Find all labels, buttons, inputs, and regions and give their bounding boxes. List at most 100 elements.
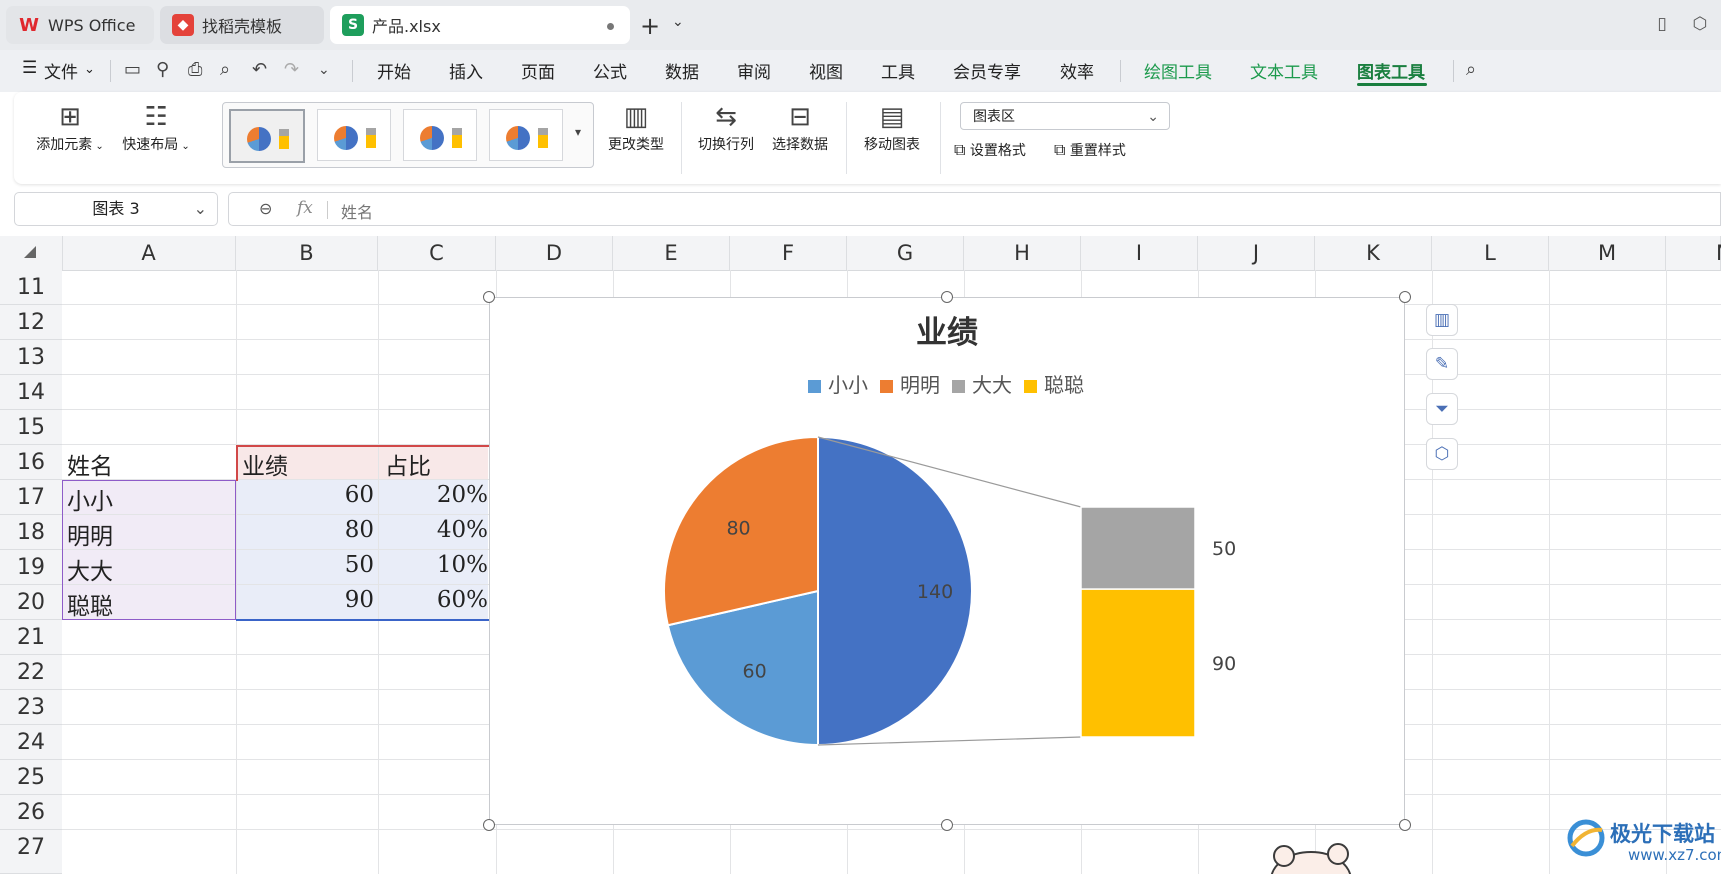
row-header-14[interactable]: 14	[0, 375, 62, 410]
menu-text-tools[interactable]: 文本工具	[1250, 58, 1318, 83]
redo-icon[interactable]: ↷	[284, 59, 299, 80]
row-header-23[interactable]: 23	[0, 690, 62, 725]
chevron-down-icon[interactable]: ⌄	[672, 14, 684, 30]
row-header-26[interactable]: 26	[0, 795, 62, 830]
cell-c18[interactable]: 40%	[382, 517, 488, 543]
quick-layout-button[interactable]: ☷ 快速布局 ⌄	[118, 100, 194, 154]
tab-daoke-template[interactable]: ◆ 找稻壳模板	[160, 6, 324, 44]
chart-title[interactable]: 业绩	[916, 315, 978, 351]
row-header-15[interactable]: 15	[0, 410, 62, 445]
menu-member[interactable]: 会员专享	[953, 58, 1021, 83]
row-header-22[interactable]: 22	[0, 655, 62, 690]
resize-handle-tr[interactable]	[1399, 291, 1411, 303]
resize-handle-tl[interactable]	[483, 291, 495, 303]
cell-b19[interactable]: 50	[240, 552, 374, 578]
print-preview-icon[interactable]: ⌕	[220, 59, 230, 80]
legend-label[interactable]: 明明	[900, 373, 940, 397]
cell-a18[interactable]: 明明	[67, 517, 113, 551]
cell-a17[interactable]: 小小	[67, 482, 113, 516]
cell-c19[interactable]: 10%	[382, 552, 488, 578]
chart-style-4[interactable]	[489, 109, 563, 161]
column-header-m[interactable]: M	[1549, 236, 1666, 270]
row-header-13[interactable]: 13	[0, 340, 62, 375]
menu-page[interactable]: 页面	[521, 58, 555, 83]
name-box[interactable]: 图表 3 ⌄	[14, 192, 218, 226]
new-tab-plus-icon[interactable]: +	[640, 12, 660, 40]
menu-drawing-tools[interactable]: 绘图工具	[1144, 58, 1212, 83]
legend-label[interactable]: 小小	[828, 373, 868, 397]
column-header-n[interactable]: N	[1666, 236, 1721, 270]
chart-style-3[interactable]	[403, 109, 477, 161]
tab-wps-office[interactable]: W WPS Office	[6, 6, 154, 44]
column-header-f[interactable]: F	[730, 236, 847, 270]
row-header-24[interactable]: 24	[0, 725, 62, 760]
menu-home[interactable]: 开始	[377, 58, 411, 83]
select-all-corner[interactable]	[0, 236, 63, 270]
format-painter-icon[interactable]: ⚲	[156, 59, 169, 80]
set-format-button[interactable]: ⧉ 设置格式	[954, 140, 1026, 160]
menu-insert[interactable]: 插入	[449, 58, 483, 83]
legend-label[interactable]: 大大	[972, 373, 1012, 397]
menu-formula[interactable]: 公式	[593, 58, 627, 83]
column-header-d[interactable]: D	[496, 236, 613, 270]
resize-handle-bm[interactable]	[941, 819, 953, 831]
chart-settings-icon[interactable]: ⬡	[1426, 438, 1458, 470]
column-header-h[interactable]: H	[964, 236, 1081, 270]
chart-legend[interactable]: 小小 明明 大大 聪聪	[808, 373, 1084, 397]
cell-c20[interactable]: 60%	[382, 587, 488, 613]
resize-handle-br[interactable]	[1399, 819, 1411, 831]
move-chart-button[interactable]: ▤ 移动图表	[860, 100, 924, 154]
row-header-17[interactable]: 17	[0, 480, 62, 515]
cell-b20[interactable]: 90	[240, 587, 374, 613]
column-header-b[interactable]: B	[236, 236, 378, 270]
chart-filter-icon[interactable]: ⏷	[1426, 393, 1458, 425]
add-element-button[interactable]: ⊞ 添加元素 ⌄	[32, 100, 108, 154]
column-header-e[interactable]: E	[613, 236, 730, 270]
print-icon[interactable]: ⎙	[188, 59, 202, 80]
chart-element-dropdown[interactable]: 图表区 ⌄	[960, 102, 1170, 130]
bar-segment[interactable]	[1080, 588, 1196, 738]
hamburger-menu-icon[interactable]: ☰	[22, 58, 37, 78]
row-header-27[interactable]: 27	[0, 830, 62, 874]
fx-icon[interactable]: fx	[297, 198, 313, 218]
cube-icon[interactable]: ⬡	[1690, 14, 1710, 34]
row-header-21[interactable]: 21	[0, 620, 62, 655]
row-header-20[interactable]: 20	[0, 585, 62, 620]
gallery-expand-icon[interactable]: ▾	[575, 125, 581, 139]
cell-a16[interactable]: 姓名	[67, 447, 113, 481]
select-data-button[interactable]: ⊟ 选择数据	[768, 100, 832, 154]
chevron-down-icon[interactable]: ⌄	[318, 62, 330, 78]
row-header-19[interactable]: 19	[0, 550, 62, 585]
cell-a20[interactable]: 聪聪	[67, 587, 113, 621]
bar-segment[interactable]	[1080, 506, 1196, 590]
zoom-icon[interactable]: ⊖	[259, 199, 272, 218]
row-header-18[interactable]: 18	[0, 515, 62, 550]
cell-a19[interactable]: 大大	[67, 552, 113, 586]
row-header-16[interactable]: 16	[0, 445, 62, 480]
row-header-25[interactable]: 25	[0, 760, 62, 795]
undo-icon[interactable]: ↶	[252, 59, 267, 80]
row-header-11[interactable]: 11	[0, 270, 62, 305]
chart-style-2[interactable]	[317, 109, 391, 161]
row-header-12[interactable]: 12	[0, 305, 62, 340]
chart-object[interactable]: 业绩 小小 明明 大大 聪聪 140 60 80 50 90	[489, 297, 1405, 825]
menu-review[interactable]: 审阅	[737, 58, 771, 83]
formula-input[interactable]: 姓名	[341, 199, 373, 223]
resize-handle-bl[interactable]	[483, 819, 495, 831]
legend-label[interactable]: 聪聪	[1044, 373, 1084, 397]
menu-file[interactable]: 文件	[44, 58, 78, 83]
chevron-down-icon[interactable]: ⌄	[84, 62, 95, 77]
chart-elements-icon[interactable]: ▥	[1426, 304, 1458, 336]
column-header-g[interactable]: G	[847, 236, 964, 270]
cell-c17[interactable]: 20%	[382, 482, 488, 508]
save-icon[interactable]: ▭	[124, 59, 141, 80]
resize-handle-tm[interactable]	[941, 291, 953, 303]
cell-b17[interactable]: 60	[240, 482, 374, 508]
menu-efficiency[interactable]: 效率	[1060, 58, 1094, 83]
search-icon[interactable]: ⌕	[1466, 59, 1476, 80]
chart-style-1[interactable]	[229, 109, 305, 163]
cell-b16[interactable]: 业绩	[242, 447, 288, 481]
tab-close-icon[interactable]	[607, 23, 614, 30]
chart-style-brush-icon[interactable]: ✎	[1426, 348, 1458, 380]
column-header-j[interactable]: J	[1198, 236, 1315, 270]
